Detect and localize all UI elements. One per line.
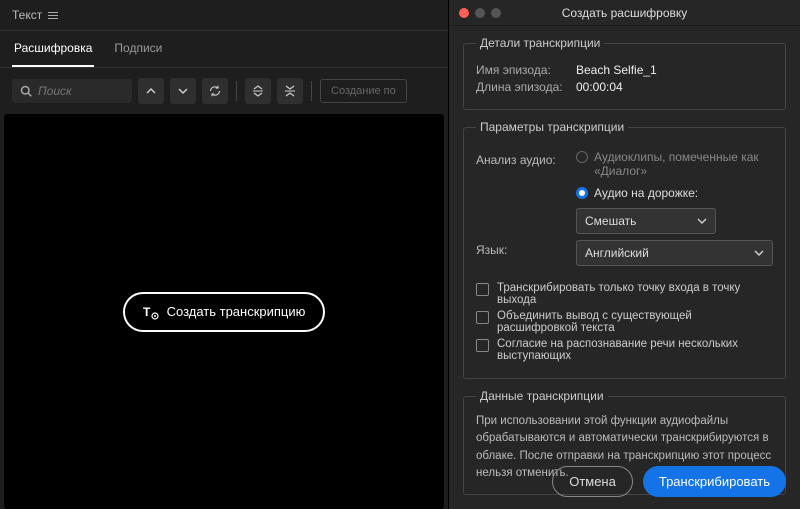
next-button[interactable]	[170, 78, 196, 104]
chevron-down-icon	[754, 248, 764, 258]
checkbox-icon	[476, 339, 489, 352]
disabled-create-button: Создание по	[320, 79, 407, 103]
check-in-out-label: Транскрибировать только точку входа в то…	[497, 282, 773, 306]
checkbox-icon	[476, 311, 489, 324]
panel-title: Текст	[12, 8, 42, 22]
toolbar: Создание по	[0, 68, 448, 114]
episode-length-label: Длина эпизода:	[476, 80, 576, 94]
transcription-params-group: Параметры транскрипции Анализ аудио: Ауд…	[463, 120, 786, 379]
audio-analysis-label: Анализ аудио:	[476, 150, 566, 167]
panel-menu-icon[interactable]	[48, 12, 58, 19]
transcribe-button[interactable]: Транскрибировать	[643, 466, 786, 497]
text-panel: Текст Расшифровка Подписи Создание по	[0, 0, 448, 509]
radio-icon	[576, 187, 588, 199]
transcript-viewport: T Создать транскрипцию	[4, 114, 444, 509]
radio-track-label: Аудио на дорожке:	[594, 186, 698, 200]
mix-select-value: Смешать	[585, 214, 636, 228]
create-transcription-button[interactable]: T Создать транскрипцию	[123, 292, 326, 332]
checkbox-icon	[476, 283, 489, 296]
chevron-down-icon	[697, 216, 707, 226]
search-input[interactable]	[38, 84, 118, 98]
panel-header: Текст	[0, 0, 448, 31]
params-legend: Параметры транскрипции	[476, 120, 628, 134]
transcription-icon: T	[143, 304, 159, 320]
toolbar-divider	[236, 81, 237, 101]
check-merge[interactable]: Объединить вывод с существующей расшифро…	[476, 310, 773, 334]
radio-audio-track[interactable]: Аудио на дорожке:	[576, 186, 773, 200]
check-consent[interactable]: Согласие на распознавание речи нескольки…	[476, 338, 773, 362]
chevron-up-icon	[146, 86, 156, 96]
cancel-button[interactable]: Отмена	[552, 466, 633, 497]
expand-button[interactable]	[245, 78, 271, 104]
check-consent-label: Согласие на распознавание речи нескольки…	[497, 338, 773, 362]
episode-name-label: Имя эпизода:	[476, 63, 576, 77]
check-in-out[interactable]: Транскрибировать только точку входа в то…	[476, 282, 773, 306]
data-legend: Данные транскрипции	[476, 389, 608, 403]
episode-name-value: Beach Selfie_1	[576, 63, 657, 77]
collapse-button[interactable]	[277, 78, 303, 104]
search-box[interactable]	[12, 79, 132, 103]
expand-icon	[252, 85, 264, 97]
search-icon	[20, 85, 32, 97]
language-label: Язык:	[476, 240, 566, 257]
create-transcription-label: Создать транскрипцию	[167, 304, 306, 319]
check-merge-label: Объединить вывод с существующей расшифро…	[497, 310, 773, 334]
dialog-title: Создать расшифровку	[449, 6, 800, 20]
language-select-value: Английский	[585, 246, 649, 260]
radio-icon	[576, 151, 588, 163]
mix-select[interactable]: Смешать	[576, 208, 716, 234]
tabs: Расшифровка Подписи	[0, 31, 448, 68]
language-select[interactable]: Английский	[576, 240, 773, 266]
svg-text:T: T	[143, 305, 151, 319]
toolbar-divider-2	[311, 81, 312, 101]
refresh-icon	[209, 85, 221, 97]
refresh-button[interactable]	[202, 78, 228, 104]
episode-length-value: 00:00:04	[576, 80, 623, 94]
transcription-details-group: Детали транскрипции Имя эпизода: Beach S…	[463, 36, 786, 110]
tab-transcript[interactable]: Расшифровка	[12, 31, 94, 67]
radio-dialog-label: Аудиоклипы, помеченные как «Диалог»	[594, 150, 773, 178]
dialog-footer: Отмена Транскрибировать	[449, 454, 800, 509]
chevron-down-icon	[178, 86, 188, 96]
radio-dialog-clips[interactable]: Аудиоклипы, помеченные как «Диалог»	[576, 150, 773, 178]
create-transcription-dialog: Создать расшифровку Детали транскрипции …	[448, 0, 800, 509]
collapse-icon	[284, 85, 296, 97]
tab-captions[interactable]: Подписи	[112, 31, 164, 67]
dialog-titlebar: Создать расшифровку	[449, 0, 800, 26]
prev-button[interactable]	[138, 78, 164, 104]
details-legend: Детали транскрипции	[476, 36, 604, 50]
